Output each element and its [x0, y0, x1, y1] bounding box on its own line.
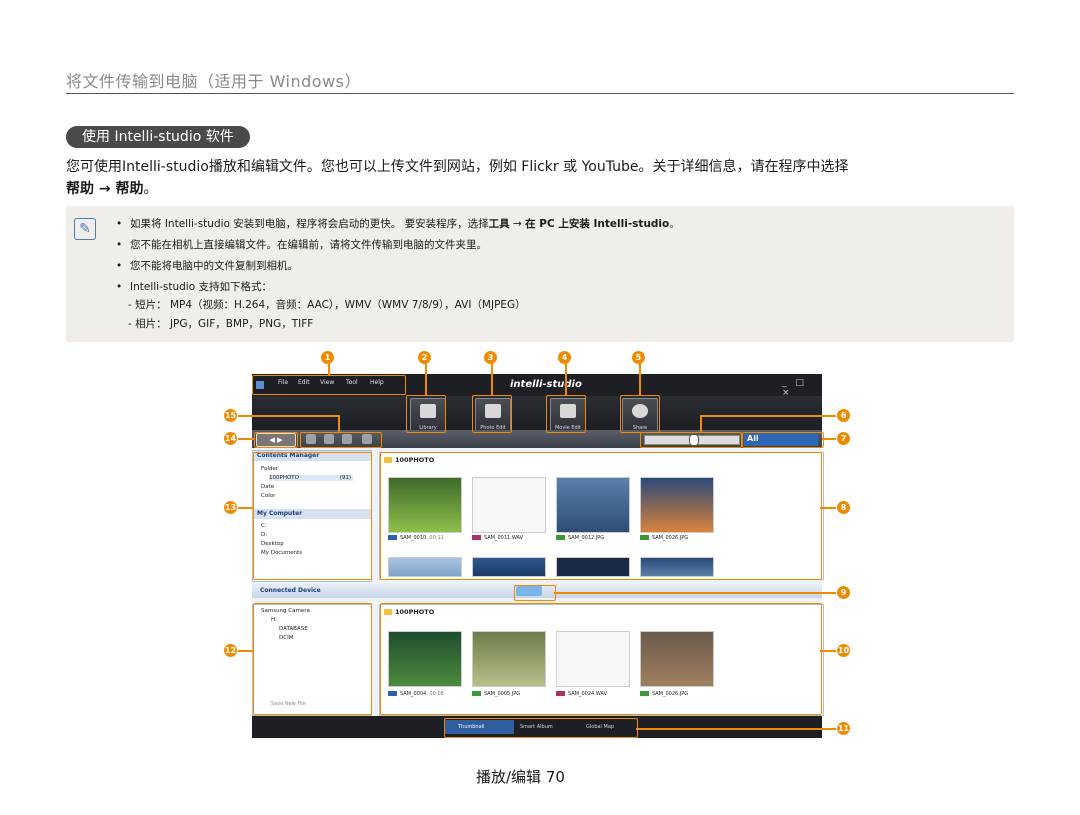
callout-6: 6 [837, 409, 850, 422]
connector-9 [554, 592, 836, 594]
note-item-3-text: 您不能将电脑中的文件复制到相机。 [130, 260, 298, 272]
window-controls[interactable]: _ □ × [782, 378, 822, 398]
note-item-2: • 您不能在相机上直接编辑文件。在编辑前，请将文件传输到电脑的文件夹里。 [116, 239, 487, 251]
highlight-menu [252, 375, 406, 395]
callout-10: 10 [837, 644, 850, 657]
highlight-nav [254, 432, 298, 448]
section-pill: 使用 Intelli-studio 软件 [66, 126, 250, 148]
highlight-filter [742, 432, 824, 448]
connector-6 [700, 415, 836, 417]
note-item-1-end: 。 [669, 218, 680, 230]
callout-13: 13 [224, 501, 237, 514]
callout-11: 11 [837, 722, 850, 735]
connector-3 [491, 362, 493, 395]
highlight-movie-edit [546, 395, 586, 433]
callout-2: 2 [418, 351, 431, 364]
connector-7 [822, 438, 836, 440]
highlight-library [406, 395, 446, 433]
note-sub-item-photo: - 相片： JPG，GIF，BMP，PNG，TIFF [128, 318, 314, 330]
intro-line-1: 您可使用Intelli-studio播放和编辑文件。您也可以上传文件到网站，例如… [66, 159, 849, 175]
connector-15 [238, 415, 338, 417]
connector-11 [636, 728, 836, 730]
callout-12: 12 [224, 644, 237, 657]
note-item-2-text: 您不能在相机上直接编辑文件。在编辑前，请将文件传输到电脑的文件夹里。 [130, 239, 487, 251]
note-item-1-install: 在 PC 上安装 Intelli-studio [525, 218, 670, 230]
highlight-toggle [514, 585, 556, 601]
note-sub-item-video: - 短片： MP4（视频：H.264，音频：AAC），WMV（WMV 7/8/9… [128, 299, 526, 311]
connector-10 [820, 650, 836, 652]
connector-2 [425, 362, 427, 395]
page-header-title: 将文件传输到电脑（适用于 Windows） [66, 72, 362, 91]
highlight-device-tree [253, 603, 372, 715]
callout-1: 1 [321, 351, 334, 364]
connector-15b [338, 415, 340, 432]
note-pencil-icon: ✎ [74, 218, 96, 240]
highlight-bottom-grid [380, 603, 822, 715]
callout-14: 14 [224, 432, 237, 445]
intro-line-2: 帮助 → 帮助。 [66, 178, 1016, 200]
highlight-view-modes [444, 718, 638, 738]
callout-3: 3 [484, 351, 497, 364]
note-item-3: • 您不能将电脑中的文件复制到相机。 [116, 260, 298, 272]
highlight-share [620, 395, 660, 433]
note-item-1-arrow: → [509, 218, 526, 230]
intro-help-path: 帮助 → 帮助 [66, 181, 144, 197]
highlight-photo-edit [472, 395, 512, 433]
callout-4: 4 [558, 351, 571, 364]
highlight-quick-tools [300, 432, 382, 448]
note-item-1-tools: 工具 [488, 218, 510, 230]
highlight-contents-manager [253, 452, 372, 580]
intro-paragraph: 您可使用Intelli-studio播放和编辑文件。您也可以上传文件到网站，例如… [66, 156, 1016, 200]
highlight-zoom [640, 432, 742, 448]
callout-8: 8 [837, 501, 850, 514]
callout-15: 15 [224, 409, 237, 422]
page-footer: 播放/编辑 70 [476, 768, 565, 786]
note-item-4-text: Intelli-studio 支持如下格式： [130, 281, 272, 293]
connector-6b [700, 415, 702, 432]
connector-12 [238, 650, 253, 652]
callout-7: 7 [837, 432, 850, 445]
connector-13 [238, 507, 253, 509]
connector-8 [820, 507, 836, 509]
intro-line-2-end: 。 [143, 181, 158, 197]
note-item-1-text: 如果将 Intelli-studio 安装到电脑，程序将会启动的更快。 要安装程… [130, 218, 489, 230]
callout-5: 5 [632, 351, 645, 364]
app-brand-logo: intelli-studio [510, 379, 582, 390]
highlight-top-grid [380, 452, 822, 580]
note-box: ✎ • 如果将 Intelli-studio 安装到电脑，程序将会启动的更快。 要… [66, 206, 1014, 342]
note-item-4: • Intelli-studio 支持如下格式： [116, 281, 272, 293]
connector-5 [639, 362, 641, 395]
connector-14 [238, 438, 254, 440]
header-divider [66, 93, 1014, 94]
connected-device-label: Connected Device [260, 587, 321, 594]
connector-4 [565, 362, 567, 395]
callout-9: 9 [837, 586, 850, 599]
note-item-1: • 如果将 Intelli-studio 安装到电脑，程序将会启动的更快。 要安装… [116, 218, 680, 230]
